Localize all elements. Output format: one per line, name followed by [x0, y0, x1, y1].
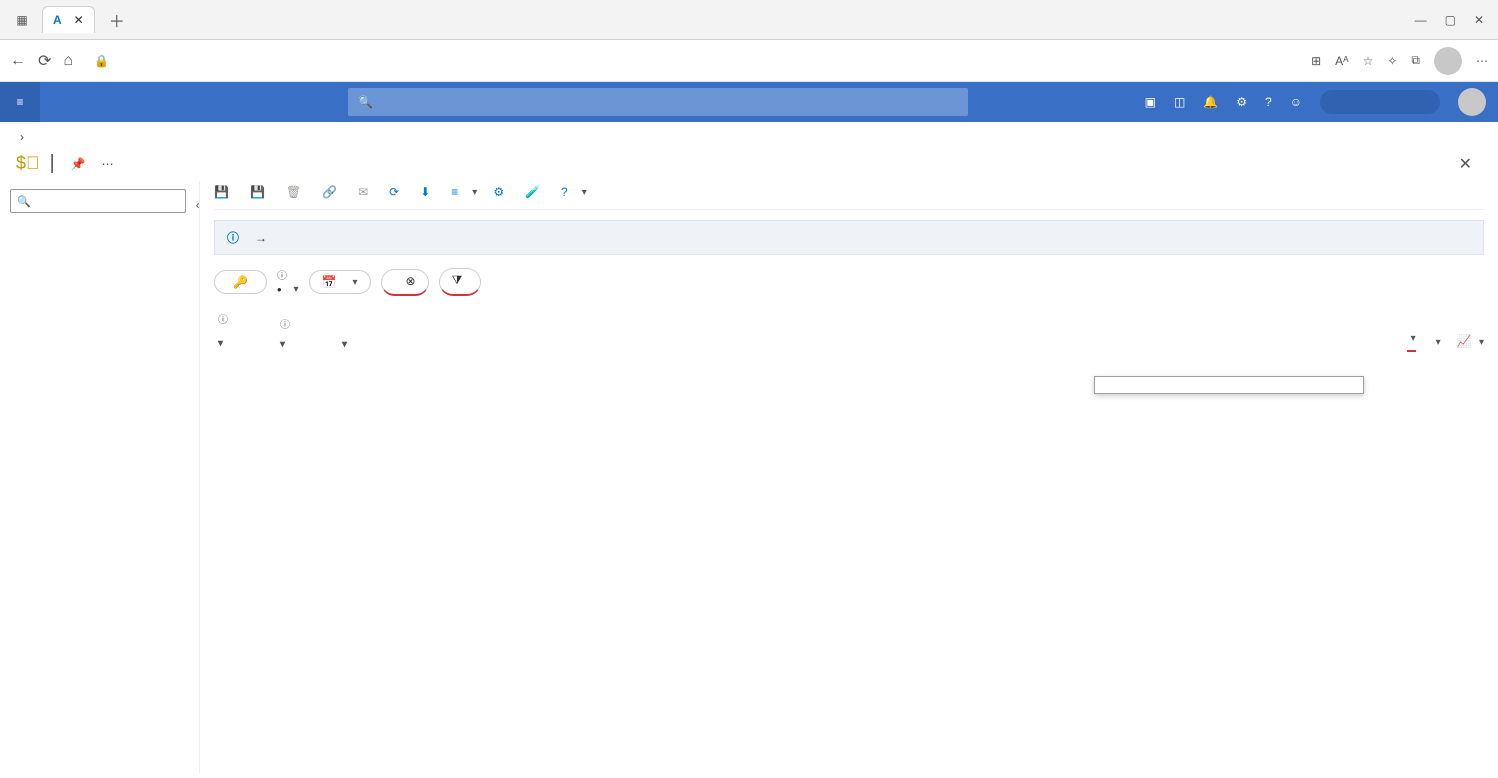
feedback-icon[interactable]: ☺ — [1290, 95, 1302, 109]
more-icon[interactable]: ⋯ — [1476, 54, 1488, 68]
kpi-forecast: ⓘ — [276, 316, 290, 352]
remove-filter-icon[interactable]: ⊗ — [406, 274, 416, 288]
share-button[interactable]: 🔗 — [322, 185, 342, 199]
feedback-banner[interactable]: ⓘ → — [214, 220, 1484, 255]
filter-row: 🔑 ⓘ • 📅 ⊗ ⧩ — [214, 267, 1484, 297]
filter-icon: ⧩ — [452, 273, 463, 288]
cost-icon: $⃝ — [16, 153, 40, 174]
home-icon[interactable]: ⌂ — [63, 52, 73, 70]
refresh-button[interactable]: ⟳ — [389, 185, 404, 199]
service-filter-pill[interactable]: ⊗ — [381, 269, 429, 296]
browser-tabs-bar: ▦ A ✕ ＋ — ▢ ✕ — [0, 0, 1498, 40]
extensions-icon[interactable]: ⊞ — [1311, 54, 1321, 68]
search-icon: 🔍 — [358, 95, 373, 109]
page-title-row: $⃝ | 📌 ⋯ ✕ — [0, 152, 1498, 175]
close-window-icon[interactable]: ✕ — [1474, 13, 1484, 27]
close-blade-icon[interactable]: ✕ — [1459, 154, 1482, 174]
addons-icon[interactable]: ⧉ — [1411, 53, 1420, 68]
address-bar-row: ← ⟳ ⌂ 🔒 ⊞ Aᴬ ☆ ✧ ⧉ ⋯ — [0, 40, 1498, 82]
favorite-icon[interactable]: ☆ — [1363, 54, 1374, 68]
menu-icon[interactable]: ≡ — [0, 82, 40, 122]
notifications-icon[interactable]: 🔔 — [1203, 95, 1218, 109]
sidebar: 🔍 « — [0, 181, 200, 773]
account-pill[interactable] — [1320, 90, 1440, 114]
delete-view-button: 🗑 — [286, 185, 306, 199]
kpi-actual: ⓘ — [214, 311, 228, 352]
try-preview-button[interactable]: 🧪 — [525, 185, 545, 199]
new-tab-button[interactable]: ＋ — [101, 4, 133, 36]
address-bar[interactable]: 🔒 — [85, 49, 1299, 73]
collections-icon[interactable]: ✧ — [1387, 54, 1397, 68]
scope-pill[interactable]: 🔑 — [214, 270, 267, 294]
view-selector[interactable]: ⓘ • — [277, 267, 299, 297]
cost-area-chart[interactable] — [214, 366, 1484, 556]
granularity-selector[interactable] — [1432, 334, 1441, 348]
download-button[interactable]: ⬇ — [420, 185, 435, 199]
user-avatar[interactable] — [1458, 88, 1486, 116]
directories-icon[interactable]: ◫ — [1174, 95, 1185, 109]
cost-by-resource-button[interactable]: ≡ — [451, 185, 477, 199]
key-icon: 🔑 — [233, 275, 248, 289]
more-title-icon[interactable]: ⋯ — [102, 157, 114, 171]
subscribe-button: ✉ — [358, 185, 373, 199]
azure-header: ≡ 🔍 ▣ ◫ 🔔 ⚙ ? ☺ — [0, 82, 1498, 122]
calendar-icon: 📅 — [322, 275, 337, 289]
read-aloud-icon[interactable]: Aᴬ — [1335, 54, 1348, 68]
refresh-icon[interactable]: ⟳ — [38, 51, 51, 71]
date-range-pill[interactable]: 📅 — [309, 270, 371, 294]
azure-search-box[interactable]: 🔍 — [348, 88, 968, 116]
maximize-window-icon[interactable]: ▢ — [1445, 13, 1456, 27]
sidebar-search[interactable]: 🔍 — [10, 189, 186, 213]
browser-tab-active[interactable]: A ✕ — [42, 6, 95, 33]
save-button[interactable]: 💾 — [214, 185, 234, 199]
save-as-button[interactable]: 💾 — [250, 185, 270, 199]
tabs-overview-icon[interactable]: ▦ — [8, 6, 36, 34]
kpi-budget — [338, 331, 347, 352]
azure-favicon-icon: A — [53, 13, 62, 27]
content-area: 💾 💾 🗑 🔗 ✉ ⟳ ⬇ ≡ ⚙ 🧪 ? ⓘ → 🔑 ⓘ — [200, 181, 1498, 773]
pin-icon[interactable]: 📌 — [71, 157, 86, 171]
chart-tooltip — [1094, 376, 1364, 394]
azure-search-input[interactable] — [381, 95, 958, 110]
page-title: | — [50, 152, 55, 175]
browser-profile-avatar[interactable] — [1434, 47, 1462, 75]
back-icon[interactable]: ← — [10, 52, 26, 70]
configure-button[interactable]: ⚙ — [493, 185, 509, 199]
add-filter-pill[interactable]: ⧩ — [439, 268, 482, 296]
settings-icon[interactable]: ⚙ — [1236, 95, 1247, 109]
help-icon[interactable]: ? — [1265, 95, 1272, 109]
sidebar-search-input[interactable] — [37, 195, 179, 207]
breadcrumb: › — [0, 122, 1498, 152]
arrow-icon: → — [255, 231, 267, 245]
chart-type-selector[interactable]: 📈 — [1457, 334, 1484, 348]
lock-icon: 🔒 — [94, 54, 109, 68]
kpi-row: ⓘ ⓘ 📈 — [214, 311, 1484, 352]
info-icon: ⓘ — [227, 229, 239, 246]
cloud-shell-icon[interactable]: ▣ — [1145, 95, 1156, 109]
group-by-selector[interactable] — [1407, 330, 1416, 352]
help-button[interactable]: ? — [561, 185, 587, 199]
minimize-window-icon[interactable]: — — [1415, 13, 1427, 27]
close-tab-icon[interactable]: ✕ — [74, 13, 84, 27]
toolbar: 💾 💾 🗑 🔗 ✉ ⟳ ⬇ ≡ ⚙ 🧪 ? — [214, 181, 1484, 210]
area-chart-icon: 📈 — [1457, 334, 1472, 348]
